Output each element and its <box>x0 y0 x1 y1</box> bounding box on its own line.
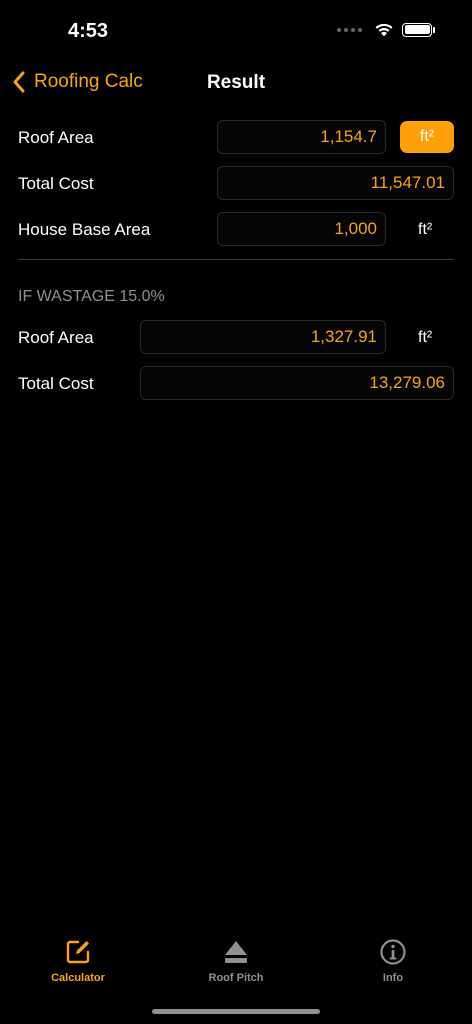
wastage-roof-area-label: Roof Area <box>18 328 94 347</box>
compose-icon <box>66 940 90 964</box>
wastage-section-header: IF WASTAGE 15.0% <box>18 288 165 305</box>
total-cost-label: Total Cost <box>18 174 94 193</box>
battery-icon <box>402 22 435 37</box>
house-base-area-unit: ft² <box>418 221 433 238</box>
wastage-roof-area-unit: ft² <box>418 329 433 346</box>
wastage-total-cost-label: Total Cost <box>18 374 94 393</box>
tab-info[interactable]: Info <box>333 938 453 984</box>
home-indicator[interactable] <box>152 1009 320 1014</box>
roof-area-label: Roof Area <box>18 128 94 147</box>
roof-area-field[interactable]: 1,154.7 <box>217 120 386 154</box>
status-icons <box>337 22 435 37</box>
cellular-signal-icon <box>337 27 362 32</box>
total-cost-field[interactable]: 11,547.01 <box>217 166 454 200</box>
unit-toggle-button[interactable]: ft² <box>400 121 454 153</box>
eject-icon <box>225 941 247 963</box>
tab-calculator[interactable]: Calculator <box>18 938 138 984</box>
status-time: 4:53 <box>68 20 109 42</box>
tab-calculator-label: Calculator <box>51 972 105 984</box>
wastage-roof-area-field[interactable]: 1,327.91 <box>140 320 386 354</box>
section-divider <box>18 259 454 260</box>
house-base-area-field[interactable]: 1,000 <box>217 212 386 246</box>
tab-info-label: Info <box>382 972 404 984</box>
wastage-total-cost-field[interactable]: 13,279.06 <box>140 366 454 400</box>
tab-roof-pitch-label: Roof Pitch <box>208 972 264 984</box>
wifi-icon <box>375 23 393 37</box>
tab-roof-pitch[interactable]: Roof Pitch <box>176 938 296 984</box>
page-title: Result <box>206 72 266 93</box>
house-base-area-label: House Base Area <box>18 220 151 239</box>
info-icon <box>380 939 406 965</box>
